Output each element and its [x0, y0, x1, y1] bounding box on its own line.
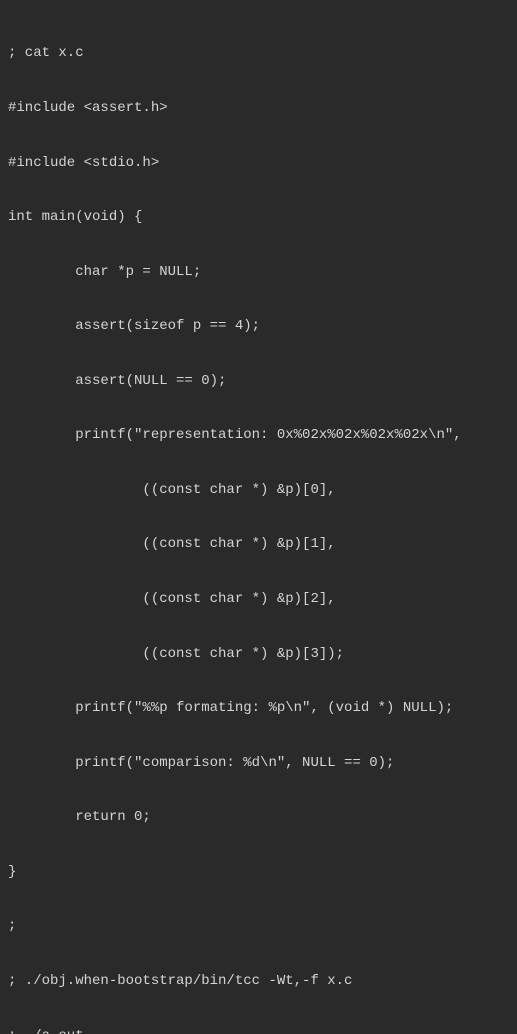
terminal-line: int main(void) {: [8, 208, 509, 226]
terminal-line: printf("%%p formating: %p\n", (void *) N…: [8, 699, 509, 717]
terminal-line: assert(NULL == 0);: [8, 372, 509, 390]
terminal-line: assert(sizeof p == 4);: [8, 317, 509, 335]
terminal-line: ; ./a.out: [8, 1027, 509, 1034]
terminal-line: printf("representation: 0x%02x%02x%02x%0…: [8, 426, 509, 444]
terminal-line: ((const char *) &p)[1],: [8, 535, 509, 553]
terminal-line: #include <assert.h>: [8, 99, 509, 117]
terminal-line: ;: [8, 917, 509, 935]
terminal-output[interactable]: ; cat x.c #include <assert.h> #include <…: [8, 8, 509, 1034]
terminal-line: }: [8, 863, 509, 881]
terminal-line: ; cat x.c: [8, 44, 509, 62]
terminal-line: ((const char *) &p)[3]);: [8, 645, 509, 663]
terminal-line: printf("comparison: %d\n", NULL == 0);: [8, 754, 509, 772]
terminal-line: ((const char *) &p)[2],: [8, 590, 509, 608]
terminal-line: #include <stdio.h>: [8, 154, 509, 172]
terminal-line: ; ./obj.when-bootstrap/bin/tcc -Wt,-f x.…: [8, 972, 509, 990]
terminal-line: return 0;: [8, 808, 509, 826]
terminal-line: char *p = NULL;: [8, 263, 509, 281]
terminal-line: ((const char *) &p)[0],: [8, 481, 509, 499]
